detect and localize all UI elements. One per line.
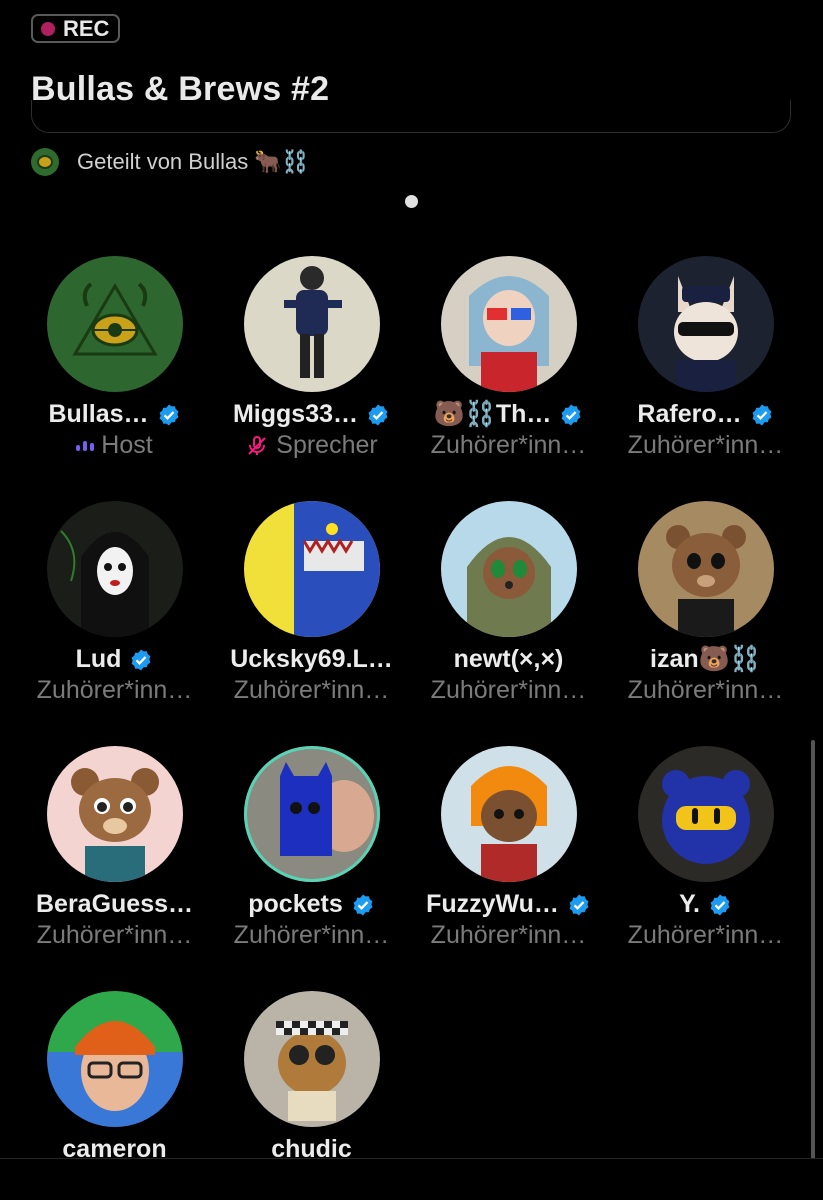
participant-name: newt(×,×) — [453, 645, 564, 673]
avatar[interactable] — [243, 746, 380, 882]
participant-card[interactable]: izan🐻⛓️ Zuhörer*inn… — [607, 501, 804, 705]
verified-badge-icon — [159, 404, 178, 425]
bandana-bear-image — [275, 1021, 348, 1121]
participant-role: Zuhörer*inn… — [627, 676, 784, 704]
verified-badge-icon — [353, 894, 373, 915]
avatar[interactable] — [440, 746, 577, 882]
avatar[interactable] — [46, 991, 183, 1127]
host-waveform-icon — [76, 440, 95, 451]
mic-off-icon — [248, 435, 266, 455]
participant-name: 🐻⛓️Th… — [433, 400, 552, 428]
avatar[interactable] — [637, 501, 774, 637]
blue-monster-image — [293, 501, 380, 637]
participant-card[interactable]: pockets Zuhörer*inn… — [213, 746, 410, 950]
participant-name: Miggs33… — [232, 400, 359, 428]
avatar[interactable] — [637, 746, 774, 882]
orange-hair-bear-image — [470, 766, 547, 882]
verified-badge-icon — [569, 894, 589, 915]
participant-role: Zuhörer*inn… — [36, 921, 193, 949]
participant-role: Zuhörer*inn… — [233, 921, 390, 949]
participant-card[interactable]: Rafero… Zuhörer*inn… — [607, 256, 804, 460]
participant-name: Ucksky69.L… — [230, 645, 393, 673]
bear-character-image — [283, 266, 342, 378]
bottom-bar — [0, 1159, 823, 1200]
recording-label: REC — [63, 15, 110, 41]
verified-badge-icon — [752, 404, 771, 425]
scrollbar[interactable] — [811, 740, 815, 1160]
participant-name: BeraGuess… — [35, 890, 194, 918]
blue-ninja-bear-image — [661, 770, 750, 864]
participant-name: izan🐻⛓️ — [650, 645, 761, 673]
participant-card[interactable]: Ucksky69.L… Zuhörer*inn… — [213, 501, 410, 705]
brown-bear-image — [665, 525, 746, 637]
masked-figure-image — [59, 530, 149, 637]
person-with-beanie-image — [74, 1021, 155, 1111]
verified-badge-icon — [368, 404, 388, 425]
anime-girl-image — [468, 276, 549, 392]
participant-role: Zuhörer*inn… — [233, 676, 390, 704]
participants-grid: Bullas… Host Miggs33… Sprecher 🐻⛓️Th… Zu… — [16, 256, 808, 1195]
avatar[interactable] — [440, 256, 577, 392]
title-card-border — [31, 100, 791, 133]
participant-card[interactable]: Bullas… Host — [16, 256, 213, 460]
participant-card[interactable]: 🐻⛓️Th… Zuhörer*inn… — [410, 256, 607, 460]
participant-role: Host — [101, 431, 153, 459]
page-indicator-dot — [405, 195, 418, 208]
shared-by-row[interactable]: Geteilt von Bullas 🐂⛓️ — [31, 148, 309, 176]
participant-name: FuzzyWu… — [426, 890, 559, 918]
participant-name: Bullas… — [48, 400, 149, 428]
recording-dot-icon — [41, 21, 55, 36]
participant-card[interactable]: newt(×,×) Zuhörer*inn… — [410, 501, 607, 705]
verified-badge-icon — [132, 649, 151, 670]
avatar[interactable] — [243, 991, 380, 1127]
shared-by-text: Geteilt von Bullas 🐂⛓️ — [77, 149, 310, 174]
participant-role: Zuhörer*inn… — [430, 676, 587, 704]
rabbit-pilot-image — [673, 276, 738, 392]
participant-role: Zuhörer*inn… — [430, 431, 587, 459]
avatar[interactable] — [243, 501, 380, 637]
avatar[interactable] — [46, 746, 183, 882]
participant-role: Zuhörer*inn… — [627, 921, 784, 949]
camo-bear-image — [466, 537, 551, 637]
participant-role: Zuhörer*inn… — [627, 431, 784, 459]
participant-role: Zuhörer*inn… — [430, 921, 587, 949]
avatar[interactable] — [243, 256, 380, 392]
participant-card[interactable]: BeraGuess… Zuhörer*inn… — [16, 746, 213, 950]
host-mini-avatar — [31, 148, 59, 176]
participant-card[interactable]: Y. Zuhörer*inn… — [607, 746, 804, 950]
participant-card[interactable]: Miggs33… Sprecher — [213, 256, 410, 460]
avatar[interactable] — [46, 256, 183, 392]
participant-card[interactable]: Lud Zuhörer*inn… — [16, 501, 213, 705]
participant-name: Rafero… — [637, 400, 742, 428]
participant-name: pockets — [248, 890, 343, 918]
avatar[interactable] — [637, 256, 774, 392]
blue-hood-character-image — [279, 762, 374, 856]
participant-role: Zuhörer*inn… — [36, 676, 193, 704]
participant-name: Lud — [75, 645, 122, 673]
eye-logo-icon — [37, 155, 53, 169]
avatar[interactable] — [440, 501, 577, 637]
recording-badge: REC — [31, 14, 121, 43]
verified-badge-icon — [710, 894, 730, 915]
bottom-divider — [0, 1158, 823, 1159]
participant-card[interactable]: FuzzyWu… Zuhörer*inn… — [410, 746, 607, 950]
participant-name: Y. — [679, 890, 700, 918]
avatar[interactable] — [46, 501, 183, 637]
participant-role: Sprecher — [276, 431, 378, 459]
cartoon-bear-image — [70, 768, 159, 882]
illuminati-eye-logo-icon — [71, 282, 158, 356]
verified-badge-icon — [562, 404, 581, 425]
